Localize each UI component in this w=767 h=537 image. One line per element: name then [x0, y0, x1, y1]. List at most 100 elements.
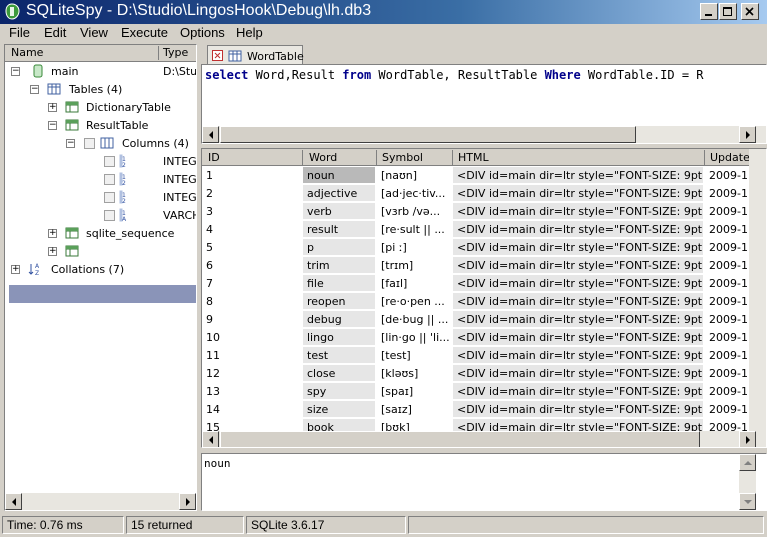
grid-cell-symbol[interactable]: [trɪm]: [377, 257, 452, 274]
grid-cell-symbol[interactable]: [lin·go || 'li...: [377, 329, 452, 346]
grid-cell-id[interactable]: 11: [202, 347, 302, 364]
collapse-icon[interactable]: −: [30, 85, 39, 94]
grid-cell-id[interactable]: 12: [202, 365, 302, 382]
grid-cell-updatetime[interactable]: 2009-11-: [705, 401, 749, 418]
table-row[interactable]: 5 p [pi ː] <DIV id=main dir=ltr style="FONT…: [202, 239, 750, 257]
grid-cell-word[interactable]: lingo: [303, 329, 376, 346]
grid-cell-id[interactable]: 10: [202, 329, 302, 346]
tree-node-collations[interactable]: + AZ Collations (7): [5, 261, 196, 279]
tree-node-tables[interactable]: − Tables (4): [5, 81, 196, 99]
grid-cell-html[interactable]: <DIV id=main dir=ltr style="FONT-SIZE: 9…: [453, 275, 704, 292]
tree-header-type[interactable]: Type: [163, 46, 188, 59]
tab-wordtable[interactable]: WordTable: [207, 45, 304, 66]
results-grid[interactable]: ID Word Symbol HTML UpdateTim 1 noun [naʊn…: [201, 148, 767, 448]
grid-cell-html[interactable]: <DIV id=main dir=ltr style="FONT-SIZE: 9…: [453, 221, 704, 238]
tree-node-resulttable[interactable]: − ResultTable: [5, 117, 196, 135]
grid-cell-html[interactable]: <DIV id=main dir=ltr style="FONT-SIZE: 9…: [453, 167, 704, 184]
grid-vertical-scrollbar[interactable]: [749, 149, 766, 431]
table-row[interactable]: 4 result [re·sult || ... <DIV id=main dir=l…: [202, 221, 750, 239]
expand-icon[interactable]: +: [11, 265, 20, 274]
grid-cell-symbol[interactable]: [faɪl]: [377, 275, 452, 292]
grid-cell-id[interactable]: 2: [202, 185, 302, 202]
tree-node-column[interactable]: 12 INTEGE: [5, 153, 196, 171]
cell-value-scrollbar[interactable]: [739, 454, 756, 510]
grid-cell-symbol[interactable]: [kləʊs]: [377, 365, 452, 382]
grid-cell-symbol[interactable]: [vɜrb /və...: [377, 203, 452, 220]
table-row[interactable]: 14 size [saɪz] <DIV id=main dir=ltr style="…: [202, 401, 750, 419]
column-header-id[interactable]: ID: [208, 151, 220, 164]
grid-cell-symbol[interactable]: [pi ː]: [377, 239, 452, 256]
maximize-button[interactable]: [719, 3, 737, 20]
grid-cell-html[interactable]: <DIV id=main dir=ltr style="FONT-SIZE: 9…: [453, 365, 704, 382]
grid-cell-word[interactable]: spy: [303, 383, 376, 400]
scroll-thumb[interactable]: [220, 431, 700, 447]
grid-cell-symbol[interactable]: [naʊn]: [377, 167, 452, 184]
grid-cell-id[interactable]: 14: [202, 401, 302, 418]
table-row[interactable]: 3 verb [vɜrb /və... <DIV id=main dir=ltr st…: [202, 203, 750, 221]
grid-cell-id[interactable]: 1: [202, 167, 302, 184]
grid-cell-symbol[interactable]: [re·sult || ...: [377, 221, 452, 238]
scroll-left-button[interactable]: [202, 431, 219, 447]
scroll-right-button[interactable]: [739, 431, 756, 447]
menu-help[interactable]: Help: [236, 25, 263, 40]
grid-cell-id[interactable]: 9: [202, 311, 302, 328]
column-checkbox[interactable]: [104, 210, 115, 221]
grid-cell-html[interactable]: <DIV id=main dir=ltr style="FONT-SIZE: 9…: [453, 347, 704, 364]
collapse-icon[interactable]: −: [66, 139, 75, 148]
sql-query-text[interactable]: select Word,Result from WordTable, Resul…: [205, 68, 704, 82]
tree-header-name[interactable]: Name: [11, 46, 43, 59]
grid-cell-updatetime[interactable]: 2009-11-: [705, 329, 749, 346]
table-row[interactable]: 8 reopen [re·o·pen ... <DIV id=main dir=ltr…: [202, 293, 750, 311]
collapse-icon[interactable]: −: [11, 67, 20, 76]
grid-cell-word[interactable]: debug: [303, 311, 376, 328]
table-row[interactable]: 9 debug [de·bug || ... <DIV id=main dir=ltr…: [202, 311, 750, 329]
tree-node-wordtable[interactable]: + WordTable: [5, 243, 196, 261]
tree-node-column[interactable]: 12 INTEGE: [5, 189, 196, 207]
grid-cell-word[interactable]: close: [303, 365, 376, 382]
grid-cell-word[interactable]: result: [303, 221, 376, 238]
table-row[interactable]: 7 file [faɪl] <DIV id=main dir=ltr style="F…: [202, 275, 750, 293]
grid-cell-word[interactable]: noun: [303, 167, 376, 184]
grid-cell-word[interactable]: reopen: [303, 293, 376, 310]
grid-cell-word[interactable]: size: [303, 401, 376, 418]
column-checkbox[interactable]: [104, 156, 115, 167]
grid-cell-html[interactable]: <DIV id=main dir=ltr style="FONT-SIZE: 9…: [453, 311, 704, 328]
grid-cell-symbol[interactable]: [de·bug || ...: [377, 311, 452, 328]
grid-cell-html[interactable]: <DIV id=main dir=ltr style="FONT-SIZE: 9…: [453, 239, 704, 256]
column-checkbox[interactable]: [104, 174, 115, 185]
close-button[interactable]: [741, 3, 759, 20]
grid-cell-html[interactable]: <DIV id=main dir=ltr style="FONT-SIZE: 9…: [453, 203, 704, 220]
grid-cell-word[interactable]: test: [303, 347, 376, 364]
column-checkbox[interactable]: [104, 192, 115, 203]
grid-cell-id[interactable]: 4: [202, 221, 302, 238]
grid-cell-updatetime[interactable]: 2009-11-: [705, 221, 749, 238]
table-row[interactable]: 10 lingo [lin·go || 'li... <DIV id=main dir…: [202, 329, 750, 347]
scroll-right-button[interactable]: [739, 126, 756, 143]
scroll-left-button[interactable]: [202, 126, 219, 143]
grid-cell-symbol[interactable]: [ad·jec·tiv...: [377, 185, 452, 202]
menu-options[interactable]: Options: [180, 25, 225, 40]
grid-cell-id[interactable]: 6: [202, 257, 302, 274]
sql-editor[interactable]: select Word,Result from WordTable, Resul…: [201, 64, 767, 144]
column-header-symbol[interactable]: Symbol: [382, 151, 423, 164]
grid-cell-updatetime[interactable]: 2009-11-: [705, 203, 749, 220]
tree-node-column[interactable]: 1A VARCH: [5, 207, 196, 225]
grid-cell-updatetime[interactable]: 2009-11-: [705, 257, 749, 274]
scroll-thumb[interactable]: [220, 126, 636, 143]
minimize-button[interactable]: [700, 3, 718, 20]
close-tab-icon[interactable]: [212, 50, 224, 62]
table-row[interactable]: 6 trim [trɪm] <DIV id=main dir=ltr style="F…: [202, 257, 750, 275]
expand-icon[interactable]: +: [48, 103, 57, 112]
grid-cell-id[interactable]: 5: [202, 239, 302, 256]
tree-node-column[interactable]: 12 INTEGE: [5, 171, 196, 189]
scroll-down-button[interactable]: [739, 493, 756, 510]
table-row[interactable]: 11 test [test] <DIV id=main dir=ltr style="…: [202, 347, 750, 365]
grid-cell-symbol[interactable]: [saɪz]: [377, 401, 452, 418]
menu-view[interactable]: View: [80, 25, 108, 40]
tree-horizontal-scrollbar[interactable]: [5, 493, 196, 510]
grid-cell-html[interactable]: <DIV id=main dir=ltr style="FONT-SIZE: 9…: [453, 329, 704, 346]
grid-horizontal-scrollbar[interactable]: [202, 431, 766, 447]
menu-execute[interactable]: Execute: [121, 25, 168, 40]
grid-cell-updatetime[interactable]: 2009-11-: [705, 347, 749, 364]
table-row[interactable]: 1 noun [naʊn] <DIV id=main dir=ltr style="F…: [202, 167, 750, 185]
